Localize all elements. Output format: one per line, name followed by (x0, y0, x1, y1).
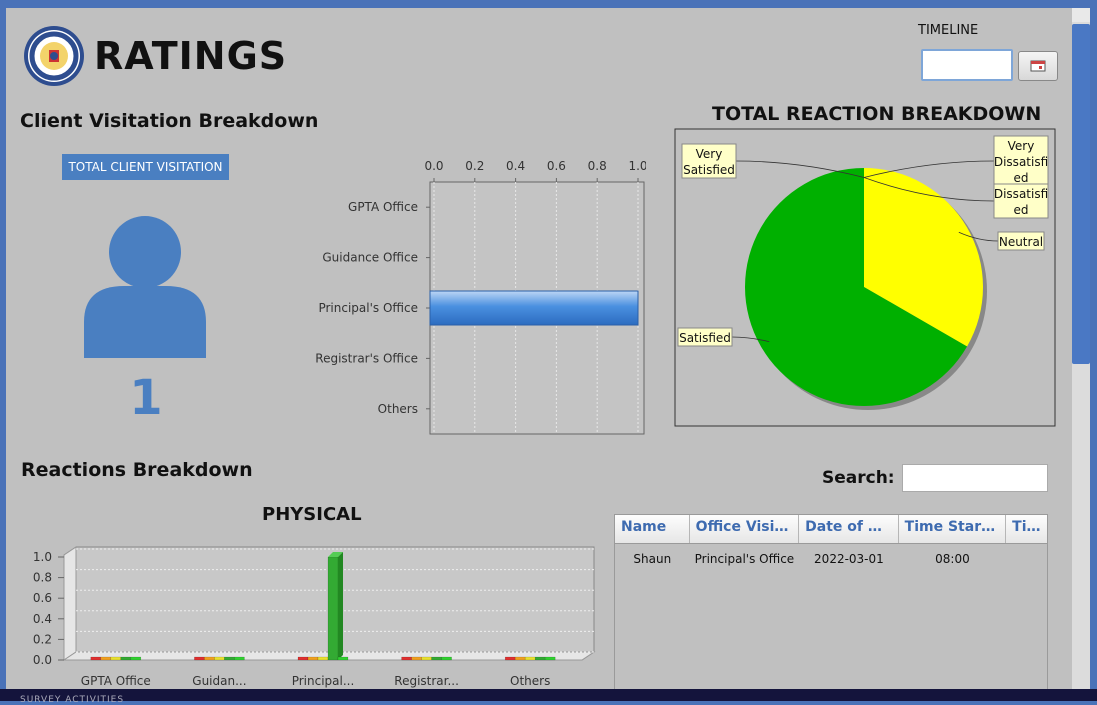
vbar-bar (327, 556, 339, 661)
vbar-bar (534, 656, 546, 661)
hbar-category-label: Principal's Office (318, 301, 418, 315)
hbar-tick-label: 0.4 (506, 159, 525, 173)
client-visitation-count: 1 (129, 370, 163, 426)
hbar-bar (429, 290, 639, 326)
vbar-bar (224, 656, 235, 661)
cell-date: 2022-03-01 (814, 552, 884, 566)
vbar-bar (401, 656, 412, 661)
total-reaction-breakdown-title: TOTAL REACTION BREAKDOWN (712, 103, 1042, 125)
pie-label-text: Neutral (999, 235, 1043, 249)
vbar-bar (110, 656, 122, 661)
page-title: RATINGS (94, 34, 288, 78)
vbar-category-label: Guidan... (192, 674, 246, 688)
hbar-tick-label: 0.2 (465, 159, 484, 173)
vbar-bar (100, 656, 112, 661)
vbar-bar (431, 656, 442, 661)
hbar-tick-label: 0.0 (424, 159, 443, 173)
cell-time-started: 08:00 (935, 552, 970, 566)
reaction-pie-chart: Very Satisfied Very Dissatisfi ed Dissatisfi e… (674, 128, 1056, 427)
scroll-up-button[interactable] (1072, 8, 1090, 22)
vbar-tick-label: 0.6 (33, 591, 52, 605)
table-row[interactable]: Shaun Principal's Office 2022-03-01 08:0… (615, 544, 1047, 574)
timeline-label: TIMELINE (918, 23, 979, 38)
vbar-tick-label: 1.0 (33, 550, 52, 564)
pie-label-text: Satisfied (683, 163, 735, 177)
search-label: Search: (822, 468, 895, 488)
client-visitation-heading: Client Visitation Breakdown (20, 110, 319, 132)
column-header-name[interactable]: Name (615, 515, 690, 543)
vbar-side-wall (63, 546, 77, 661)
total-client-visitation-badge: TOTAL CLIENT VISITATION (62, 154, 229, 180)
hbar-tick-label: 1.0 (628, 159, 646, 173)
vbar-tick-label: 0.2 (33, 632, 52, 646)
vbar-bar (421, 656, 432, 661)
vbar-bar (337, 656, 349, 661)
vbar-bar (411, 656, 422, 661)
cell-office: Principal's Office (694, 552, 795, 566)
column-header-office-visited[interactable]: Office Visit... (690, 515, 800, 543)
table-header: Name Office Visit... Date of Vi... Time … (615, 515, 1047, 544)
vbar-bar (130, 656, 142, 661)
vbar-bar (524, 656, 536, 661)
vbar-bar (317, 656, 329, 661)
vbar-bar (90, 656, 102, 661)
hbar-category-label: GPTA Office (348, 200, 418, 214)
calendar-button[interactable] (1018, 51, 1058, 81)
vbar-category-label: Principal... (292, 674, 355, 688)
hbar-tick-label: 0.6 (547, 159, 566, 173)
column-header-time-ended[interactable]: Tim (1006, 515, 1047, 543)
hbar-tick-label: 0.8 (588, 159, 607, 173)
vbar-bar (204, 656, 215, 661)
vbar-tick-label: 0.8 (33, 571, 52, 585)
physical-chart-title: PHYSICAL (262, 504, 362, 525)
visits-table: Name Office Visit... Date of Vi... Time … (614, 514, 1048, 689)
pie-label-text: Dissatisfi (994, 187, 1048, 201)
scrollbar-thumb[interactable] (1072, 24, 1090, 364)
vbar-bar (297, 656, 309, 661)
physical-reaction-bar-chart: 0.0 0.2 0.4 0.6 0.8 1.0 GPTA Office Guidan... Pr… (33, 546, 596, 688)
vbar-bar (504, 656, 516, 661)
pie-label-text: ed (1014, 171, 1029, 185)
cell-name: Shaun (633, 552, 672, 566)
vbar-tick-label: 0.0 (33, 653, 52, 667)
hbar-category-label: Registrar's Office (315, 351, 418, 365)
calendar-icon (1030, 60, 1046, 72)
vbar-category-label: GPTA Office (81, 674, 151, 688)
school-logo (24, 26, 84, 86)
vbar-tick-label: 0.4 (33, 612, 52, 626)
footer-text: SURVEY ACTIVITIES (20, 695, 125, 705)
vbar-bar (307, 656, 319, 661)
vbar-bar (441, 656, 452, 661)
pie-label-text: Satisfied (679, 331, 731, 345)
pie-label-text: ed (1014, 203, 1029, 217)
vbar-bar (234, 656, 245, 661)
vbar-bar (514, 656, 526, 661)
vbar-category-label: Others (510, 674, 550, 688)
reactions-breakdown-heading: Reactions Breakdown (21, 459, 253, 481)
vbar-category-label: Registrar... (394, 674, 459, 688)
timeline-date-input[interactable] (921, 49, 1013, 81)
hbar-category-label: Guidance Office (322, 251, 418, 265)
vbar-bar (194, 656, 205, 661)
pie-label-text: Dissatisfi (994, 155, 1048, 169)
office-visitation-bar-chart: 0.0 0.2 0.4 0.6 0.8 1.0 GPTA Office Guidance Of… (315, 159, 646, 435)
pie-label-text: Very (1008, 139, 1035, 153)
footer-strip: SURVEY ACTIVITIES (0, 689, 1097, 705)
pie-label-text: Very (696, 147, 723, 161)
search-input[interactable] (902, 464, 1048, 492)
person-icon (84, 216, 206, 358)
hbar-category-label: Others (378, 402, 418, 416)
vbar-bar (544, 656, 556, 661)
vbar-bar-side (338, 552, 343, 660)
ratings-panel: RATINGS TIMELINE Client Visitation Break… (6, 8, 1072, 689)
vbar-bar (120, 656, 132, 661)
column-header-time-started[interactable]: Time Started (899, 515, 1007, 543)
column-header-date-of-visit[interactable]: Date of Vi... (799, 515, 899, 543)
vbar-bar (214, 656, 225, 661)
